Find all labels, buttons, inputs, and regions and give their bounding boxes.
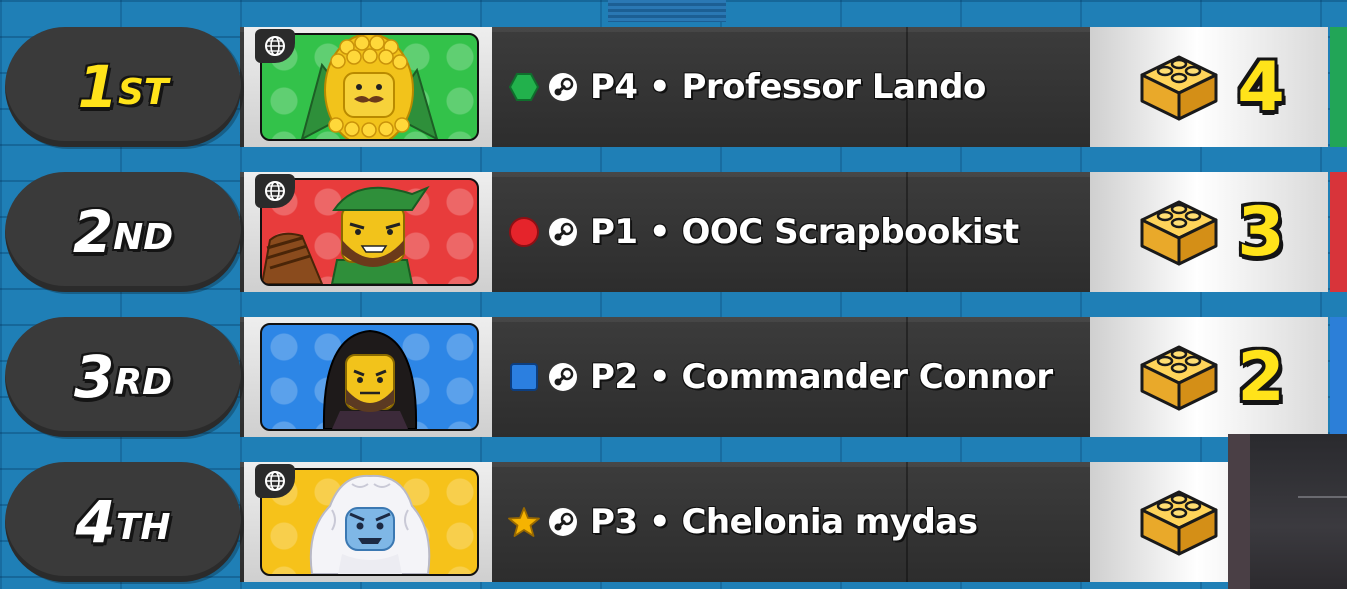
long-haired-warrior-minifig (322, 329, 418, 429)
rank-number: 3 (74, 343, 114, 411)
webcam-overlay (1228, 434, 1347, 589)
rank-suffix: TH (115, 506, 171, 548)
player-name: P1 • OOC Scrapbookist (590, 212, 1019, 252)
lego-brick-icon (1140, 200, 1218, 266)
steam-icon (548, 72, 578, 102)
team-color-strip (1330, 317, 1347, 437)
steam-icon (548, 217, 578, 247)
score-value: 2 (1237, 337, 1285, 417)
player-label: P4 • Professor Lando (508, 27, 986, 147)
player-name: P4 • Professor Lando (590, 67, 986, 107)
rank-number: 2 (72, 198, 113, 266)
standing-row-1st: 1 ST P4 • Professor Lando 4 (0, 27, 1347, 147)
rank-suffix: ND (113, 216, 174, 258)
player-name: P2 • Commander Connor (590, 357, 1053, 397)
yeti-minifig (309, 474, 431, 574)
score-value: 4 (1237, 47, 1285, 127)
green-hexagon-icon (508, 71, 540, 103)
score-box: 3 (1090, 172, 1328, 292)
character-portrait (260, 323, 479, 431)
robin-hood-archer-minifig (262, 185, 430, 284)
team-color-strip (1330, 172, 1347, 292)
rank-suffix: RD (114, 361, 172, 403)
rank-badge: 3 RD (5, 317, 241, 437)
player-label: P2 • Commander Connor (508, 317, 1053, 437)
score-value: 3 (1237, 192, 1285, 272)
rank-suffix: ST (117, 71, 169, 113)
rank-badge: 4 TH (5, 462, 241, 582)
yellow-star-icon (508, 506, 540, 538)
score-box: 4 (1090, 27, 1328, 147)
rank-number: 1 (77, 53, 118, 121)
corn-costume-minifig (300, 35, 439, 139)
rank-badge: 2 ND (5, 172, 241, 292)
lego-brick-icon (1140, 345, 1218, 411)
blue-square-icon (508, 361, 540, 393)
standing-row-3rd: 3 RD P2 • Commander Connor 2 (0, 317, 1347, 437)
rank-number: 4 (75, 488, 115, 556)
standing-row-2nd: 2 ND P1 • OOC Scrapbookist 3 (0, 172, 1347, 292)
standing-row-4th: 4 TH P3 • Chelonia mydas (0, 462, 1347, 582)
red-circle-icon (508, 216, 540, 248)
lego-brick-icon (1140, 490, 1218, 556)
lego-brick-icon (1140, 55, 1218, 121)
rank-badge: 1 ST (5, 27, 241, 147)
steam-icon (548, 362, 578, 392)
player-label: P3 • Chelonia mydas (508, 462, 978, 582)
top-header-accent (608, 0, 726, 22)
team-color-strip (1330, 27, 1347, 147)
score-box: 2 (1090, 317, 1328, 437)
player-label: P1 • OOC Scrapbookist (508, 172, 1019, 292)
player-name: P3 • Chelonia mydas (590, 502, 978, 542)
steam-icon (548, 507, 578, 537)
